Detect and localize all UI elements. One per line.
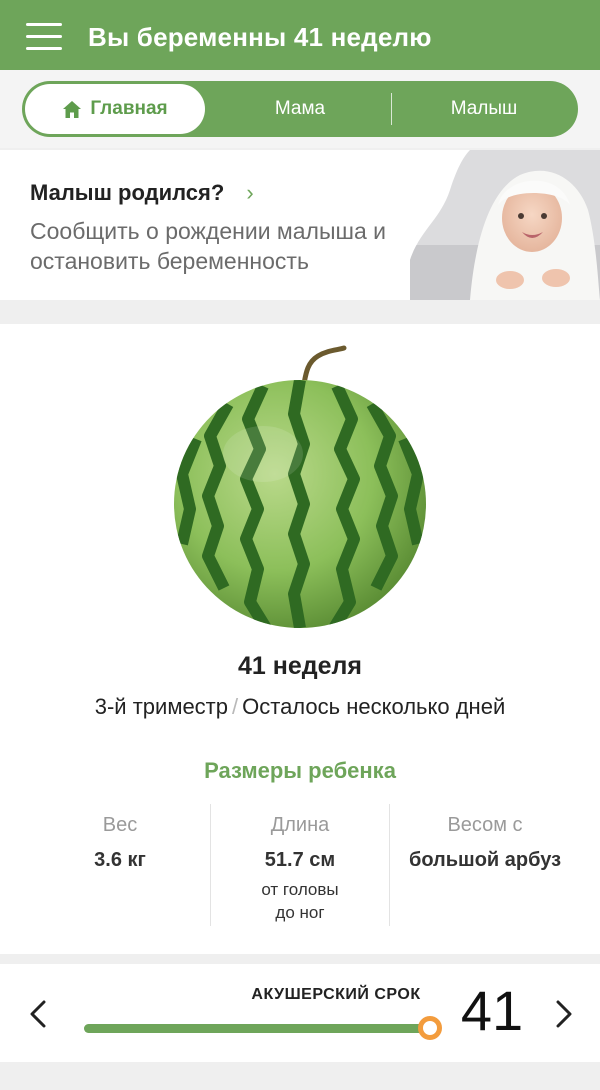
stat-weight-label: Вес bbox=[102, 814, 138, 836]
tab-mom-label: Мама bbox=[274, 98, 326, 119]
tab-baby[interactable]: Малыш bbox=[394, 81, 574, 137]
home-icon bbox=[63, 100, 82, 118]
baby-sizes-title: Размеры ребенка bbox=[204, 758, 396, 783]
obstetric-term-label: АКУШЕРСКИЙ СРОК bbox=[251, 986, 421, 1003]
stat-weight-value: 3.6 кг bbox=[94, 849, 146, 871]
hamburger-menu-icon[interactable] bbox=[26, 23, 62, 51]
tab-home[interactable]: Главная bbox=[25, 84, 205, 134]
page-title: Вы беременны 41 неделю bbox=[88, 22, 432, 52]
baby-sizes-stats: Вес 3.6 кг Длина 51.7 см от головы до но… bbox=[0, 804, 600, 926]
tab-home-label: Главная bbox=[90, 98, 168, 119]
pregnancy-card: 41 неделя 3-й триместр / Осталось нескольк… bbox=[0, 324, 600, 954]
remaining-text: Осталось несколько дней bbox=[242, 694, 506, 719]
chevron-right-icon: › bbox=[246, 180, 254, 205]
week-slider-fill bbox=[84, 1024, 430, 1033]
watermelon-image bbox=[174, 345, 426, 628]
separator: / bbox=[232, 694, 239, 719]
stat-length-label: Длина bbox=[270, 814, 330, 836]
tabs-area: Главная Мама Малыш bbox=[0, 70, 600, 148]
week-title: 41 неделя bbox=[238, 652, 362, 680]
stat-comparison-value: большой арбуз bbox=[408, 849, 562, 871]
stat-length-note-line2: до ног bbox=[275, 903, 325, 922]
baby-photo bbox=[410, 150, 600, 300]
stat-comparison-label: Весом с bbox=[447, 814, 523, 836]
week-selector: АКУШЕРСКИЙ СРОК 41 bbox=[0, 964, 600, 1062]
chevron-left-icon[interactable] bbox=[24, 994, 54, 1034]
stat-length-note: от головы до ног bbox=[210, 878, 390, 924]
top-bar: Вы беременны 41 неделю bbox=[0, 0, 600, 70]
stat-comparison: Весом с большой арбуз bbox=[390, 804, 580, 872]
stat-length: Длина 51.7 см от головы до ног bbox=[210, 804, 390, 924]
baby-born-title[interactable]: Малыш родился? › bbox=[30, 180, 254, 206]
week-slider-thumb[interactable] bbox=[418, 1016, 442, 1040]
tab-divider bbox=[391, 93, 392, 125]
stat-length-note-line1: от головы bbox=[261, 880, 339, 899]
tab-mom[interactable]: Мама bbox=[212, 81, 388, 137]
week-slider-track[interactable] bbox=[84, 1024, 430, 1033]
stat-length-value: 51.7 см bbox=[264, 849, 336, 871]
segmented-tabs: Главная Мама Малыш bbox=[22, 81, 578, 137]
current-week-number: 41 bbox=[460, 979, 524, 1042]
tab-baby-label: Малыш bbox=[450, 98, 518, 119]
baby-born-card[interactable]: Малыш родился? › Сообщить о рождении мал… bbox=[0, 150, 600, 300]
baby-born-description: Сообщить о рождении малыша и остановить … bbox=[30, 218, 386, 274]
trimester-line: 3-й триместр / Осталось несколько дней bbox=[0, 694, 600, 720]
stat-weight: Вес 3.6 кг bbox=[30, 804, 210, 872]
chevron-right-icon[interactable] bbox=[548, 994, 578, 1034]
bottom-spacer bbox=[0, 1062, 600, 1090]
baby-born-title-text: Малыш родился? bbox=[30, 180, 225, 205]
trimester-text: 3-й триместр bbox=[94, 694, 228, 719]
